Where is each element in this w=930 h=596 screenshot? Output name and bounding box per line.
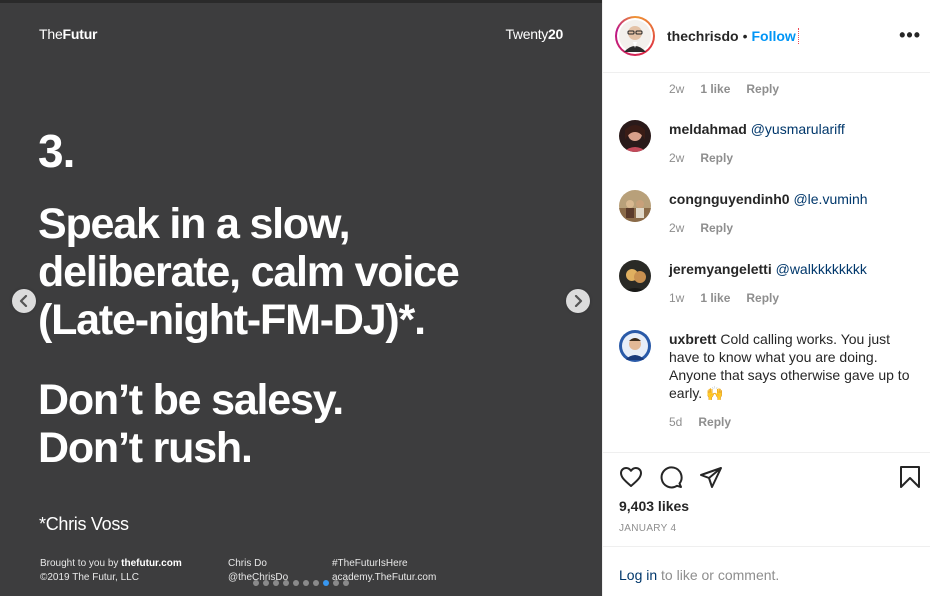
carousel-dot (313, 580, 319, 586)
comment-meta: 2w 1 like Reply (669, 82, 779, 96)
avatar-image (619, 260, 651, 292)
login-prompt: Log in to like or comment. (603, 546, 930, 596)
next-slide-button[interactable] (566, 289, 590, 313)
chevron-right-icon (574, 295, 583, 307)
header-separator: • (742, 28, 748, 44)
comment-reply-button[interactable]: Reply (746, 291, 779, 305)
comment-icon[interactable] (659, 465, 683, 489)
carousel-dot (293, 580, 299, 586)
comment-time: 2w (669, 151, 685, 165)
post-date[interactable]: JANUARY 4 (619, 523, 676, 534)
avatar-image (619, 330, 651, 362)
commenter-username[interactable]: jeremyangeletti (669, 261, 772, 277)
comment-text: uxbrett Cold calling works. You just hav… (669, 330, 919, 402)
slide-number: 3. (38, 125, 75, 177)
comment-likes[interactable]: 1 like (700, 82, 730, 96)
post-header: thechrisdo • Follow ••• (603, 0, 930, 73)
comment-likes[interactable]: 1 like (700, 291, 730, 305)
commenter-avatar[interactable] (619, 190, 651, 222)
comment-mention[interactable]: @walkkkkkkkk (776, 261, 867, 277)
post-media-slide[interactable]: TheFutur Twenty20 3. Speak in a slow, de… (0, 0, 602, 596)
comment-reply-button[interactable]: Reply (700, 151, 733, 165)
carousel-dot (273, 580, 279, 586)
comment-meta: 1w 1 like Reply (669, 291, 779, 305)
commenter-avatar[interactable] (619, 120, 651, 152)
comment-reply-button[interactable]: Reply (698, 415, 731, 429)
carousel-dot (253, 580, 259, 586)
comment-text: jeremyangeletti @walkkkkkkkk (669, 260, 919, 278)
avatar-image (619, 190, 651, 222)
comment-mention[interactable]: @le.vuminh (793, 191, 867, 207)
comment-time: 2w (669, 221, 685, 235)
comment-time: 5d (669, 415, 683, 429)
carousel-dot (323, 580, 329, 586)
comment-meta: 2w Reply (669, 151, 733, 165)
slide-subheadline: Don’t be salesy. Don’t rush. (38, 376, 578, 472)
brand-series-label: Twenty20 (505, 26, 563, 42)
commenter-avatar[interactable] (619, 330, 651, 362)
post-actions: 9,403 likes JANUARY 4 (603, 452, 930, 546)
headline-line: Speak in a slow, (38, 200, 351, 248)
subheadline-line: Don’t rush. (38, 424, 253, 472)
carousel-dot (303, 580, 309, 586)
commenter-avatar[interactable] (619, 260, 651, 292)
comment-mention[interactable]: @yusmarulariff (751, 121, 845, 137)
commenter-username[interactable]: uxbrett (669, 331, 716, 347)
carousel-dot (343, 580, 349, 586)
brand-logo: TheFutur (39, 26, 98, 42)
footer-credit: Brought to you by thefutur.com ©2019 The… (40, 558, 182, 583)
comment-reply-button[interactable]: Reply (746, 82, 779, 96)
commenter-username[interactable]: meldahmad (669, 121, 747, 137)
carousel-indicator (253, 580, 349, 586)
post-side-panel: thechrisdo • Follow ••• 2w 1 like Reply … (602, 0, 930, 596)
avatar-image (619, 120, 651, 152)
follow-button[interactable]: Follow (751, 28, 799, 44)
commenter-username[interactable]: congnguyendinh0 (669, 191, 790, 207)
bookmark-icon[interactable] (899, 465, 921, 489)
carousel-dot (263, 580, 269, 586)
author-username[interactable]: thechrisdo (667, 28, 739, 44)
author-avatar-image (619, 20, 651, 52)
headline-line: deliberate, calm voice (38, 248, 460, 296)
comment-time: 2w (669, 82, 685, 96)
comments-list[interactable]: 2w 1 like Reply meldahmad @yusmarulariff… (603, 74, 930, 451)
action-icons (619, 465, 723, 489)
comment-meta: 2w Reply (669, 221, 733, 235)
slide-footnote: *Chris Voss (39, 514, 129, 534)
heart-icon[interactable] (619, 465, 643, 489)
comment-meta: 5d Reply (669, 415, 731, 429)
comment-text: meldahmad @yusmarulariff (669, 120, 919, 138)
slide-headline: Speak in a slow, deliberate, calm voice … (38, 200, 578, 344)
previous-slide-button[interactable] (12, 289, 36, 313)
login-link[interactable]: Log in (619, 567, 657, 583)
login-prompt-text: to like or comment. (657, 567, 780, 583)
headline-line: (Late-night-FM-DJ)*. (38, 296, 426, 344)
subheadline-line: Don’t be salesy. (38, 376, 344, 424)
like-count[interactable]: 9,403 likes (619, 498, 689, 514)
share-icon[interactable] (699, 465, 723, 489)
carousel-dot (283, 580, 289, 586)
more-options-icon[interactable]: ••• (899, 25, 921, 46)
comment-text: congnguyendinh0 @le.vuminh (669, 190, 919, 208)
comment-time: 1w (669, 291, 685, 305)
author-avatar[interactable] (615, 16, 655, 56)
carousel-dot (333, 580, 339, 586)
comment-reply-button[interactable]: Reply (700, 221, 733, 235)
top-strip (0, 0, 602, 3)
chevron-left-icon (19, 295, 28, 307)
